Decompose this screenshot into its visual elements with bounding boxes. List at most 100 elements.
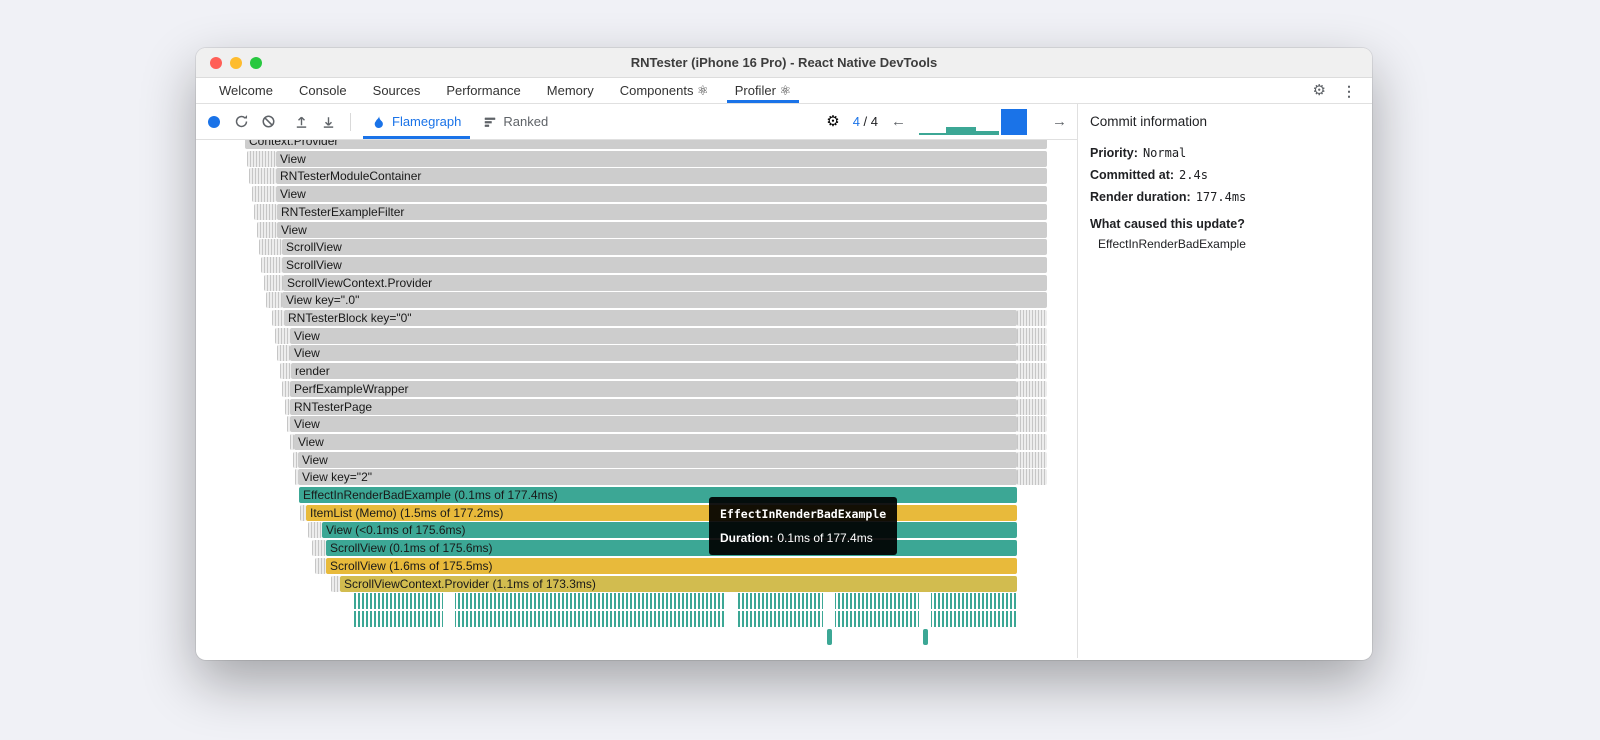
flame-bar[interactable]: View key="2" xyxy=(298,469,1017,486)
flame-bar-hatch xyxy=(1017,327,1047,344)
commit-info-fields: Priority: Normal Committed at: 2.4s Render d… xyxy=(1090,146,1360,204)
commit-info-label: Committed at: xyxy=(1090,168,1175,182)
flame-bar[interactable]: ScrollViewContext.Provider (1.1ms of 173… xyxy=(340,575,1017,592)
window-controls xyxy=(210,57,262,69)
flame-bar-hatch xyxy=(247,150,276,167)
flame-stripe-gap xyxy=(823,593,835,610)
flame-bar-hatch xyxy=(1017,380,1047,397)
tab-memory[interactable]: Memory xyxy=(534,78,607,103)
tab-flamegraph[interactable]: Flamegraph xyxy=(361,104,472,139)
close-window-button[interactable] xyxy=(210,57,222,69)
flame-bar-hatch xyxy=(261,256,282,273)
flame-bar[interactable]: ScrollView xyxy=(282,256,1047,273)
flame-bar[interactable]: RNTesterExampleFilter xyxy=(277,203,1047,220)
flame-icon xyxy=(374,115,383,128)
flame-bar[interactable]: ItemList (Memo) (1.5ms of 177.2ms) xyxy=(306,504,1017,521)
tab-components[interactable]: Components ⚛ xyxy=(607,78,722,103)
window-title: RNTester (iPhone 16 Pro) - React Native … xyxy=(630,55,938,70)
clear-profile-button[interactable] xyxy=(260,114,276,130)
flame-bar-hatch xyxy=(1017,345,1047,362)
flame-bar[interactable]: RNTesterModuleContainer xyxy=(276,168,1047,185)
flame-bar-hatch xyxy=(315,557,326,574)
block-icon xyxy=(262,115,274,128)
more-menu-icon[interactable]: ⋮ xyxy=(1342,84,1356,98)
commit-selector-chart[interactable] xyxy=(919,108,1039,135)
minimize-window-button[interactable] xyxy=(230,57,242,69)
tab-profiler[interactable]: Profiler ⚛ xyxy=(722,78,804,103)
flame-bar-hatch xyxy=(331,575,340,592)
prev-commit-button[interactable]: ← xyxy=(891,114,906,129)
flame-bar[interactable]: View xyxy=(298,451,1017,468)
flame-bar-hatch xyxy=(282,380,290,397)
devtools-tabbar: Welcome Console Sources Performance Memory Co… xyxy=(196,78,1372,104)
tooltip-duration-value: 0.1ms of 177.4ms xyxy=(777,531,873,545)
flame-bar-hatch xyxy=(272,310,284,326)
flame-bar[interactable]: View xyxy=(277,221,1047,238)
next-commit-button[interactable]: → xyxy=(1052,114,1067,129)
ranked-bars-icon xyxy=(485,117,496,127)
flame-bar-hatch xyxy=(1017,363,1047,380)
flame-bar[interactable]: View xyxy=(276,186,1047,203)
flame-bar-hatch xyxy=(308,522,322,539)
flame-bar-hatch xyxy=(1017,416,1047,433)
flame-bar-hatch xyxy=(277,345,290,362)
flame-bar-hatch xyxy=(254,203,277,220)
commit-counter-separator: / xyxy=(859,114,871,129)
commit-cause-item[interactable]: EffectInRenderBadExample xyxy=(1090,237,1360,251)
commit-info-label: Priority: xyxy=(1090,146,1138,160)
tab-welcome[interactable]: Welcome xyxy=(206,78,286,103)
tab-performance[interactable]: Performance xyxy=(433,78,533,103)
flame-stripe-gap xyxy=(443,610,455,627)
commit-info-row: Render duration: 177.4ms xyxy=(1090,190,1360,204)
commit-bar[interactable] xyxy=(946,126,976,135)
flame-bar[interactable]: View xyxy=(290,345,1017,362)
flame-bar[interactable]: View (<0.1ms of 175.6ms) xyxy=(322,522,1017,539)
flame-bar[interactable]: Context.Provider xyxy=(245,140,1047,149)
commit-info-title: Commit information xyxy=(1090,114,1208,129)
desktop-background: RNTester (iPhone 16 Pro) - React Native … xyxy=(0,0,1600,740)
flame-bar-hatch xyxy=(1017,433,1047,450)
flame-stripe-gap xyxy=(919,593,931,610)
commit-bar[interactable] xyxy=(976,130,999,135)
flame-bar[interactable]: View xyxy=(294,433,1017,450)
flame-bar-hatch xyxy=(1017,398,1047,415)
tab-console[interactable]: Console xyxy=(286,78,360,103)
commit-bar-selected[interactable] xyxy=(1001,108,1027,135)
flame-bar[interactable]: View xyxy=(290,327,1017,344)
flame-bar-hatch xyxy=(1017,310,1047,326)
zoom-window-button[interactable] xyxy=(250,57,262,69)
reload-and-profile-button[interactable] xyxy=(233,114,249,130)
flamegraph-tab-label: Flamegraph xyxy=(392,114,462,129)
flame-bar[interactable]: View xyxy=(290,416,1017,433)
commit-bar[interactable] xyxy=(919,132,946,135)
flame-bar[interactable]: render xyxy=(291,363,1017,380)
settings-gear-icon[interactable]: ⚙ xyxy=(1313,83,1326,98)
record-button[interactable] xyxy=(208,115,220,128)
flame-mini-bar[interactable] xyxy=(923,628,928,645)
save-profile-button[interactable] xyxy=(320,114,336,130)
flame-bar[interactable]: ScrollView (1.6ms of 175.5ms) xyxy=(326,557,1017,574)
flame-bar[interactable]: ScrollViewContext.Provider xyxy=(283,274,1047,291)
profiler-settings-gear-icon[interactable]: ⚙ xyxy=(826,114,839,129)
flame-bar[interactable]: View xyxy=(276,150,1047,167)
flame-bar[interactable]: ScrollView xyxy=(282,239,1047,256)
flame-bar-hatch xyxy=(249,168,276,185)
flame-bar-hatch xyxy=(257,221,277,238)
flame-stripe-gap xyxy=(443,593,455,610)
flame-bar[interactable]: View key=".0" xyxy=(282,292,1047,309)
commit-total: 4 xyxy=(870,114,878,129)
flame-bar[interactable]: RNTesterBlock key="0" xyxy=(284,310,1017,326)
flame-bar[interactable]: PerfExampleWrapper xyxy=(290,380,1017,397)
tab-ranked[interactable]: Ranked xyxy=(472,104,559,139)
flame-bar[interactable]: EffectInRenderBadExample (0.1ms of 177.4… xyxy=(299,487,1017,503)
commit-info-label: Render duration: xyxy=(1090,190,1191,204)
window-titlebar[interactable]: RNTester (iPhone 16 Pro) - React Native … xyxy=(196,48,1372,78)
flame-bar[interactable]: ScrollView (0.1ms of 175.6ms) xyxy=(326,540,1017,557)
tab-sources[interactable]: Sources xyxy=(360,78,434,103)
flame-bar[interactable]: RNTesterPage xyxy=(290,398,1017,415)
flame-bar-hatch xyxy=(1017,469,1047,486)
load-profile-button[interactable] xyxy=(293,114,309,130)
flame-bar-hatch xyxy=(259,239,282,256)
commit-info-row: Priority: Normal xyxy=(1090,146,1360,160)
flame-mini-bar[interactable] xyxy=(827,628,832,645)
